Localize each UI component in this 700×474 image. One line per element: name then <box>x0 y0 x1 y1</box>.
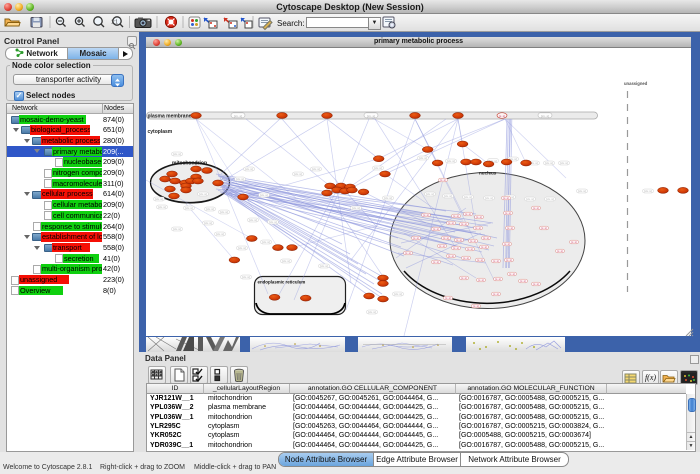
svg-text:(x..x): (x..x) <box>475 226 481 230</box>
svg-text:[xx..x]: [xx..x] <box>155 197 163 201</box>
svg-text:[xx..x]: [xx..x] <box>546 197 554 201</box>
svg-text:[xx..x]: [xx..x] <box>269 220 277 224</box>
svg-text:[xx..x]: [xx..x] <box>526 197 534 201</box>
svg-text:(x..x): (x..x) <box>423 213 429 217</box>
svg-text:[xx..x]: [xx..x] <box>236 177 244 181</box>
svg-text:[xx..x]: [xx..x] <box>262 240 270 244</box>
svg-text:[xx..x]: [xx..x] <box>578 189 586 193</box>
svg-text:(x..x): (x..x) <box>433 260 439 264</box>
svg-text:[xx..x]: [xx..x] <box>320 264 328 268</box>
svg-text:[xx..x]: [xx..x] <box>444 194 452 198</box>
svg-text:(x..x): (x..x) <box>533 282 539 286</box>
svg-text:[xx..x]: [xx..x] <box>560 161 568 165</box>
svg-text:(x..x): (x..x) <box>507 226 513 230</box>
svg-text:[xx..x]: [xx..x] <box>644 189 652 193</box>
svg-text:[xx..x]: [xx..x] <box>541 114 549 118</box>
svg-text:[xx..x]: [xx..x] <box>204 221 212 225</box>
svg-text:[xx..x]: [xx..x] <box>173 227 181 231</box>
svg-text:[xx..x]: [xx..x] <box>352 206 360 210</box>
svg-text:[xx..x]: [xx..x] <box>173 152 181 156</box>
svg-text:[xx..x]: [xx..x] <box>374 166 382 170</box>
svg-text:(x..x): (x..x) <box>467 247 473 251</box>
svg-text:(x..x): (x..x) <box>499 114 505 118</box>
svg-text:[xx..x]: [xx..x] <box>199 192 207 196</box>
svg-text:(x..x): (x..x) <box>470 239 476 243</box>
svg-text:(x..x): (x..x) <box>571 240 577 244</box>
svg-text:[xx..x]: [xx..x] <box>282 259 290 263</box>
svg-text:(x..x): (x..x) <box>478 278 484 282</box>
svg-text:(x..x): (x..x) <box>495 277 501 281</box>
svg-text:cytoplasm: cytoplasm <box>148 129 173 135</box>
svg-text:(x..x): (x..x) <box>509 272 515 276</box>
svg-text:(x..x): (x..x) <box>520 279 526 283</box>
svg-text:[xx..x]: [xx..x] <box>545 161 553 165</box>
svg-text:[xx..x]: [xx..x] <box>216 232 224 236</box>
svg-text:(x..x): (x..x) <box>541 226 547 230</box>
svg-text:[xx..x]: [xx..x] <box>394 292 402 296</box>
svg-text:[xx..x]: [xx..x] <box>245 167 253 171</box>
svg-text:[xx..x]: [xx..x] <box>294 172 302 176</box>
svg-text:(x..x): (x..x) <box>461 222 467 226</box>
svg-text:(x..x): (x..x) <box>443 236 449 240</box>
svg-text:(x..x): (x..x) <box>448 221 454 225</box>
svg-text:(x..x): (x..x) <box>439 244 445 248</box>
svg-text:(x..x): (x..x) <box>483 236 489 240</box>
svg-text:(x..x): (x..x) <box>453 214 459 218</box>
svg-text:(x..x): (x..x) <box>505 211 511 215</box>
svg-text:[xx..x]: [xx..x] <box>312 167 320 171</box>
svg-text:(x..x): (x..x) <box>433 227 439 231</box>
svg-text:[xx..x]: [xx..x] <box>158 205 166 209</box>
svg-text:[xx..x]: [xx..x] <box>367 114 375 118</box>
svg-text:(x..x): (x..x) <box>463 256 469 260</box>
svg-text:[xx..x]: [xx..x] <box>260 193 268 197</box>
svg-text:(x..x): (x..x) <box>477 258 483 262</box>
svg-text:1:1: 1:1 <box>111 20 118 26</box>
svg-text:unassigned: unassigned <box>624 81 648 86</box>
svg-text:(x..x): (x..x) <box>493 292 499 296</box>
svg-text:nucleus: nucleus <box>479 171 497 176</box>
svg-text:(x..x): (x..x) <box>453 246 459 250</box>
svg-text:(x..x): (x..x) <box>533 206 539 210</box>
svg-text:[xx..x]: [xx..x] <box>206 207 214 211</box>
svg-text:[xx..x]: [xx..x] <box>249 218 257 222</box>
svg-text:[xx..x]: [xx..x] <box>384 196 392 200</box>
svg-text:(x..x): (x..x) <box>445 296 451 300</box>
svg-text:(x..x): (x..x) <box>440 178 446 182</box>
svg-text:endoplasmic reticulum: endoplasmic reticulum <box>258 280 306 285</box>
svg-text:(x..x): (x..x) <box>473 304 479 308</box>
svg-text:(x..x): (x..x) <box>504 242 510 246</box>
svg-text:[xx..x]: [xx..x] <box>426 192 434 196</box>
svg-text:[xx..x]: [xx..x] <box>447 159 455 163</box>
svg-text:[xx..x]: [xx..x] <box>185 206 193 210</box>
svg-text:[xx..x]: [xx..x] <box>368 310 376 314</box>
svg-text:(x..x): (x..x) <box>481 245 487 249</box>
svg-text:(x..x): (x..x) <box>506 258 512 262</box>
svg-text:(x..x): (x..x) <box>461 276 467 280</box>
svg-text:(x..x): (x..x) <box>465 212 471 216</box>
svg-text:(x..x): (x..x) <box>456 238 462 242</box>
svg-text:(x..x): (x..x) <box>493 259 499 263</box>
svg-text:mitochondrion: mitochondrion <box>172 161 207 167</box>
svg-text:(x..x): (x..x) <box>413 236 419 240</box>
svg-text:[xx..x]: [xx..x] <box>464 195 472 199</box>
svg-text:plasma membrane: plasma membrane <box>148 114 192 120</box>
svg-text:(x..x): (x..x) <box>405 251 411 255</box>
svg-text:[xx..x]: [xx..x] <box>242 275 250 279</box>
svg-text:(x..x): (x..x) <box>448 254 454 258</box>
svg-text:[xx..x]: [xx..x] <box>419 156 427 160</box>
svg-text:[xx..x]: [xx..x] <box>485 196 493 200</box>
svg-text:(x..x): (x..x) <box>503 196 509 200</box>
svg-text:(x..x): (x..x) <box>476 215 482 219</box>
svg-text:(x..x): (x..x) <box>557 249 563 253</box>
svg-text:[xx..x]: [xx..x] <box>238 246 246 250</box>
svg-text:[xx..x]: [xx..x] <box>220 210 228 214</box>
svg-text:[xx..x]: [xx..x] <box>234 114 242 118</box>
